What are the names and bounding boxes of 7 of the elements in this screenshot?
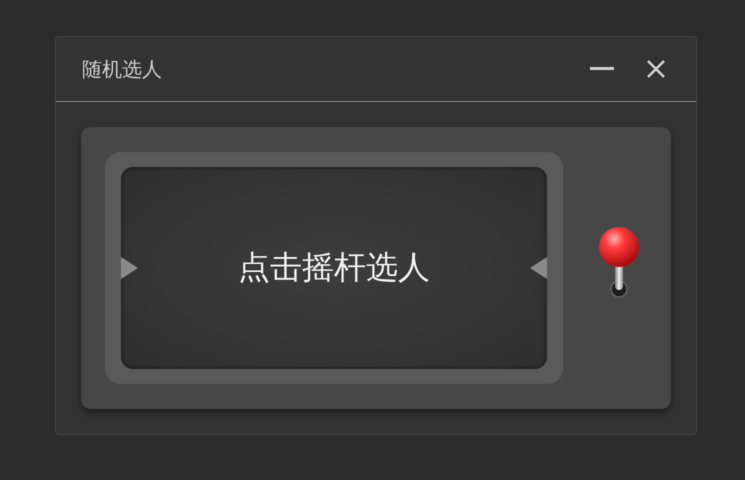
close-button[interactable] <box>646 59 666 79</box>
window-title: 随机选人 <box>82 56 162 82</box>
minimize-button[interactable] <box>590 67 614 71</box>
display-text: 点击摇杆选人 <box>238 247 430 288</box>
pointer-right-icon <box>530 257 547 279</box>
lever-handle[interactable] <box>597 226 641 300</box>
pointer-left-icon <box>121 257 138 279</box>
